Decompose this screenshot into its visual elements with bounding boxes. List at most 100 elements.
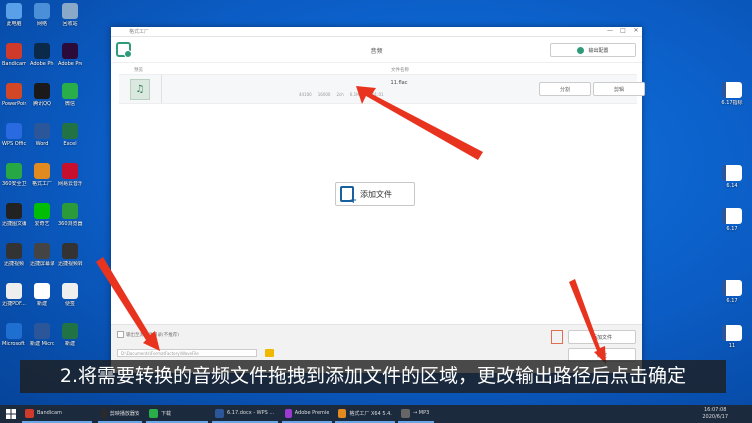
output-path-field[interactable]: D:\Documents\FormatFactory\WaveFile: [117, 349, 257, 357]
app-icon: [62, 283, 78, 299]
taskbar-app-icon: [101, 408, 107, 418]
desktop-icon[interactable]: Excel: [58, 123, 82, 147]
desktop-icon[interactable]: Word: [30, 123, 54, 147]
desktop-icon[interactable]: 360浏览器: [58, 203, 82, 227]
app-icon: [6, 3, 22, 19]
desktop-icon[interactable]: WPS Office: [2, 123, 26, 147]
taskbar-item[interactable]: Bandicam: [22, 405, 92, 423]
desktop-icon-label: WPS Office: [2, 141, 26, 147]
output-settings-button[interactable]: 输出配置: [550, 43, 636, 57]
add-file-label: 添加文件: [360, 189, 392, 199]
file-row[interactable]: ♫ 11.flac 44100 16000 2ch 6.1M 00:01:01 分割 剪…: [119, 75, 645, 104]
taskbar-item[interactable]: Adobe Premiere ...: [282, 405, 332, 423]
desktop-icon[interactable]: 6.17指标: [720, 82, 744, 106]
file-meta-value: 16000: [317, 92, 331, 97]
taskbar-item-label: 下载: [161, 410, 172, 417]
desktop-icon-label: 6.14: [726, 183, 738, 189]
app-icon: [62, 83, 78, 99]
desktop-icon[interactable]: 迅捷屏幕录像...: [30, 243, 54, 267]
taskbar-item[interactable]: 6.17.docx - WPS ...: [212, 405, 278, 423]
desktop-icon[interactable]: 回收站: [58, 3, 82, 27]
desktop-icon[interactable]: 微信: [58, 83, 82, 107]
desktop-icon[interactable]: Adobe Photosh...: [30, 43, 54, 67]
desktop-icon[interactable]: 新建: [58, 323, 82, 347]
folder-icon[interactable]: [265, 349, 274, 357]
desktop-icon-label: 网易云音乐: [58, 181, 82, 187]
taskbar-app-icon: [25, 408, 34, 418]
app-icon: [6, 163, 22, 179]
desktop-icon[interactable]: 新建 Microsoft...: [30, 323, 54, 347]
caption-subtitle: 2.将需要转换的音频文件拖拽到添加文件的区域，更改输出路径后点击确定: [20, 360, 726, 393]
desktop-icon[interactable]: Bandicam: [2, 43, 26, 67]
taskbar-item-label: 剪映播放器安全模...: [109, 410, 139, 417]
desktop-icon[interactable]: 迅捷图文编辑...: [2, 203, 26, 227]
desktop-icon-label: 迅捷图文编辑...: [2, 221, 26, 227]
edit-button[interactable]: 剪辑: [593, 82, 645, 96]
window-title: 格式工厂: [129, 29, 150, 35]
add-file-button[interactable]: 添加文件: [568, 330, 636, 344]
desktop-icon[interactable]: 爱奇艺: [30, 203, 54, 227]
desktop-icon-label: 360浏览器: [58, 221, 82, 227]
desktop-icon[interactable]: 360安全卫士: [2, 163, 26, 187]
app-icon: [34, 203, 50, 219]
output-to-source-option[interactable]: 输出至源文件目录(不推荐): [117, 331, 179, 338]
taskbar-item-label: Bandicam: [37, 410, 62, 416]
app-icon: [34, 243, 50, 259]
desktop-icon-label: Adobe Premie...: [58, 61, 82, 67]
taskbar-item-label: Adobe Premiere ...: [294, 410, 329, 416]
file-meta: 44100 16000 2ch 6.1M 00:01:01: [299, 92, 384, 97]
minimize-button[interactable]: —: [604, 27, 616, 34]
app-icon: [34, 163, 50, 179]
desktop-icon[interactable]: 新建: [30, 283, 54, 307]
add-file-area[interactable]: 添加文件: [335, 182, 415, 206]
desktop-icon[interactable]: 迅捷视频: [2, 243, 26, 267]
desktop-icon[interactable]: Adobe Premie...: [58, 43, 82, 67]
desktop-icon-label: 网络: [36, 21, 47, 27]
desktop-icon-label: Adobe Photosh...: [30, 61, 54, 67]
desktop-icon[interactable]: 6.17: [720, 208, 744, 232]
taskbar-item[interactable]: → MP3: [398, 405, 434, 423]
desktop-icon[interactable]: 6.14: [720, 165, 744, 189]
desktop-icon[interactable]: 网易云音乐: [58, 163, 82, 187]
desktop-icon[interactable]: 11: [720, 325, 744, 349]
desktop-icon[interactable]: 格式工厂: [30, 163, 54, 187]
close-button[interactable]: ✕: [630, 27, 642, 34]
desktop-icon[interactable]: 网络: [30, 3, 54, 27]
windows-start-icon[interactable]: [6, 409, 16, 419]
app-icon: [6, 323, 22, 339]
app-icon: [6, 123, 22, 139]
app-icon: [62, 323, 78, 339]
desktop-icon-label: 回收站: [62, 21, 78, 27]
taskbar-item[interactable]: 剪映播放器安全模...: [98, 405, 142, 423]
desktop-icon[interactable]: 此电脑: [2, 3, 26, 27]
desktop-icon[interactable]: PowerPoint: [2, 83, 26, 107]
checkbox[interactable]: [117, 331, 124, 338]
taskbar-app-icon: [338, 408, 347, 418]
app-icon: [62, 123, 78, 139]
maximize-button[interactable]: □: [617, 27, 629, 34]
taskbar-item[interactable]: 格式工厂 X64 5.4.0: [335, 405, 395, 423]
app-icon: [62, 203, 78, 219]
split-button[interactable]: 分割: [539, 82, 591, 96]
app-icon: [34, 323, 50, 339]
desktop-icon-label: Excel: [63, 141, 77, 147]
column-preview: 预览: [134, 68, 143, 73]
taskbar-app-icon: [215, 408, 224, 418]
system-clock[interactable]: 16:07:08 2020/6/17: [702, 407, 728, 421]
desktop-icon[interactable]: 6.17: [720, 280, 744, 304]
desktop-icon[interactable]: Microsoft Edge: [2, 323, 26, 347]
desktop-icon[interactable]: 迅捷视频转换...: [58, 243, 82, 267]
desktop-icon-label: 11: [728, 343, 736, 349]
taskbar-item-label: → MP3: [413, 410, 430, 416]
taskbar-item[interactable]: 下载: [146, 405, 208, 423]
desktop-icon-label: 迅捷视频转换...: [58, 261, 82, 267]
word-document-icon: [722, 280, 742, 296]
desktop-icon[interactable]: 迅捷PDF...: [2, 283, 26, 307]
app-icon: [6, 83, 22, 99]
app-icon: [6, 243, 22, 259]
app-icon: [6, 43, 22, 59]
gear-icon: [577, 46, 585, 54]
desktop-icon-label: Word: [35, 141, 49, 147]
desktop-icon[interactable]: 腾讯QQ: [30, 83, 54, 107]
desktop-icon[interactable]: 便签: [58, 283, 82, 307]
